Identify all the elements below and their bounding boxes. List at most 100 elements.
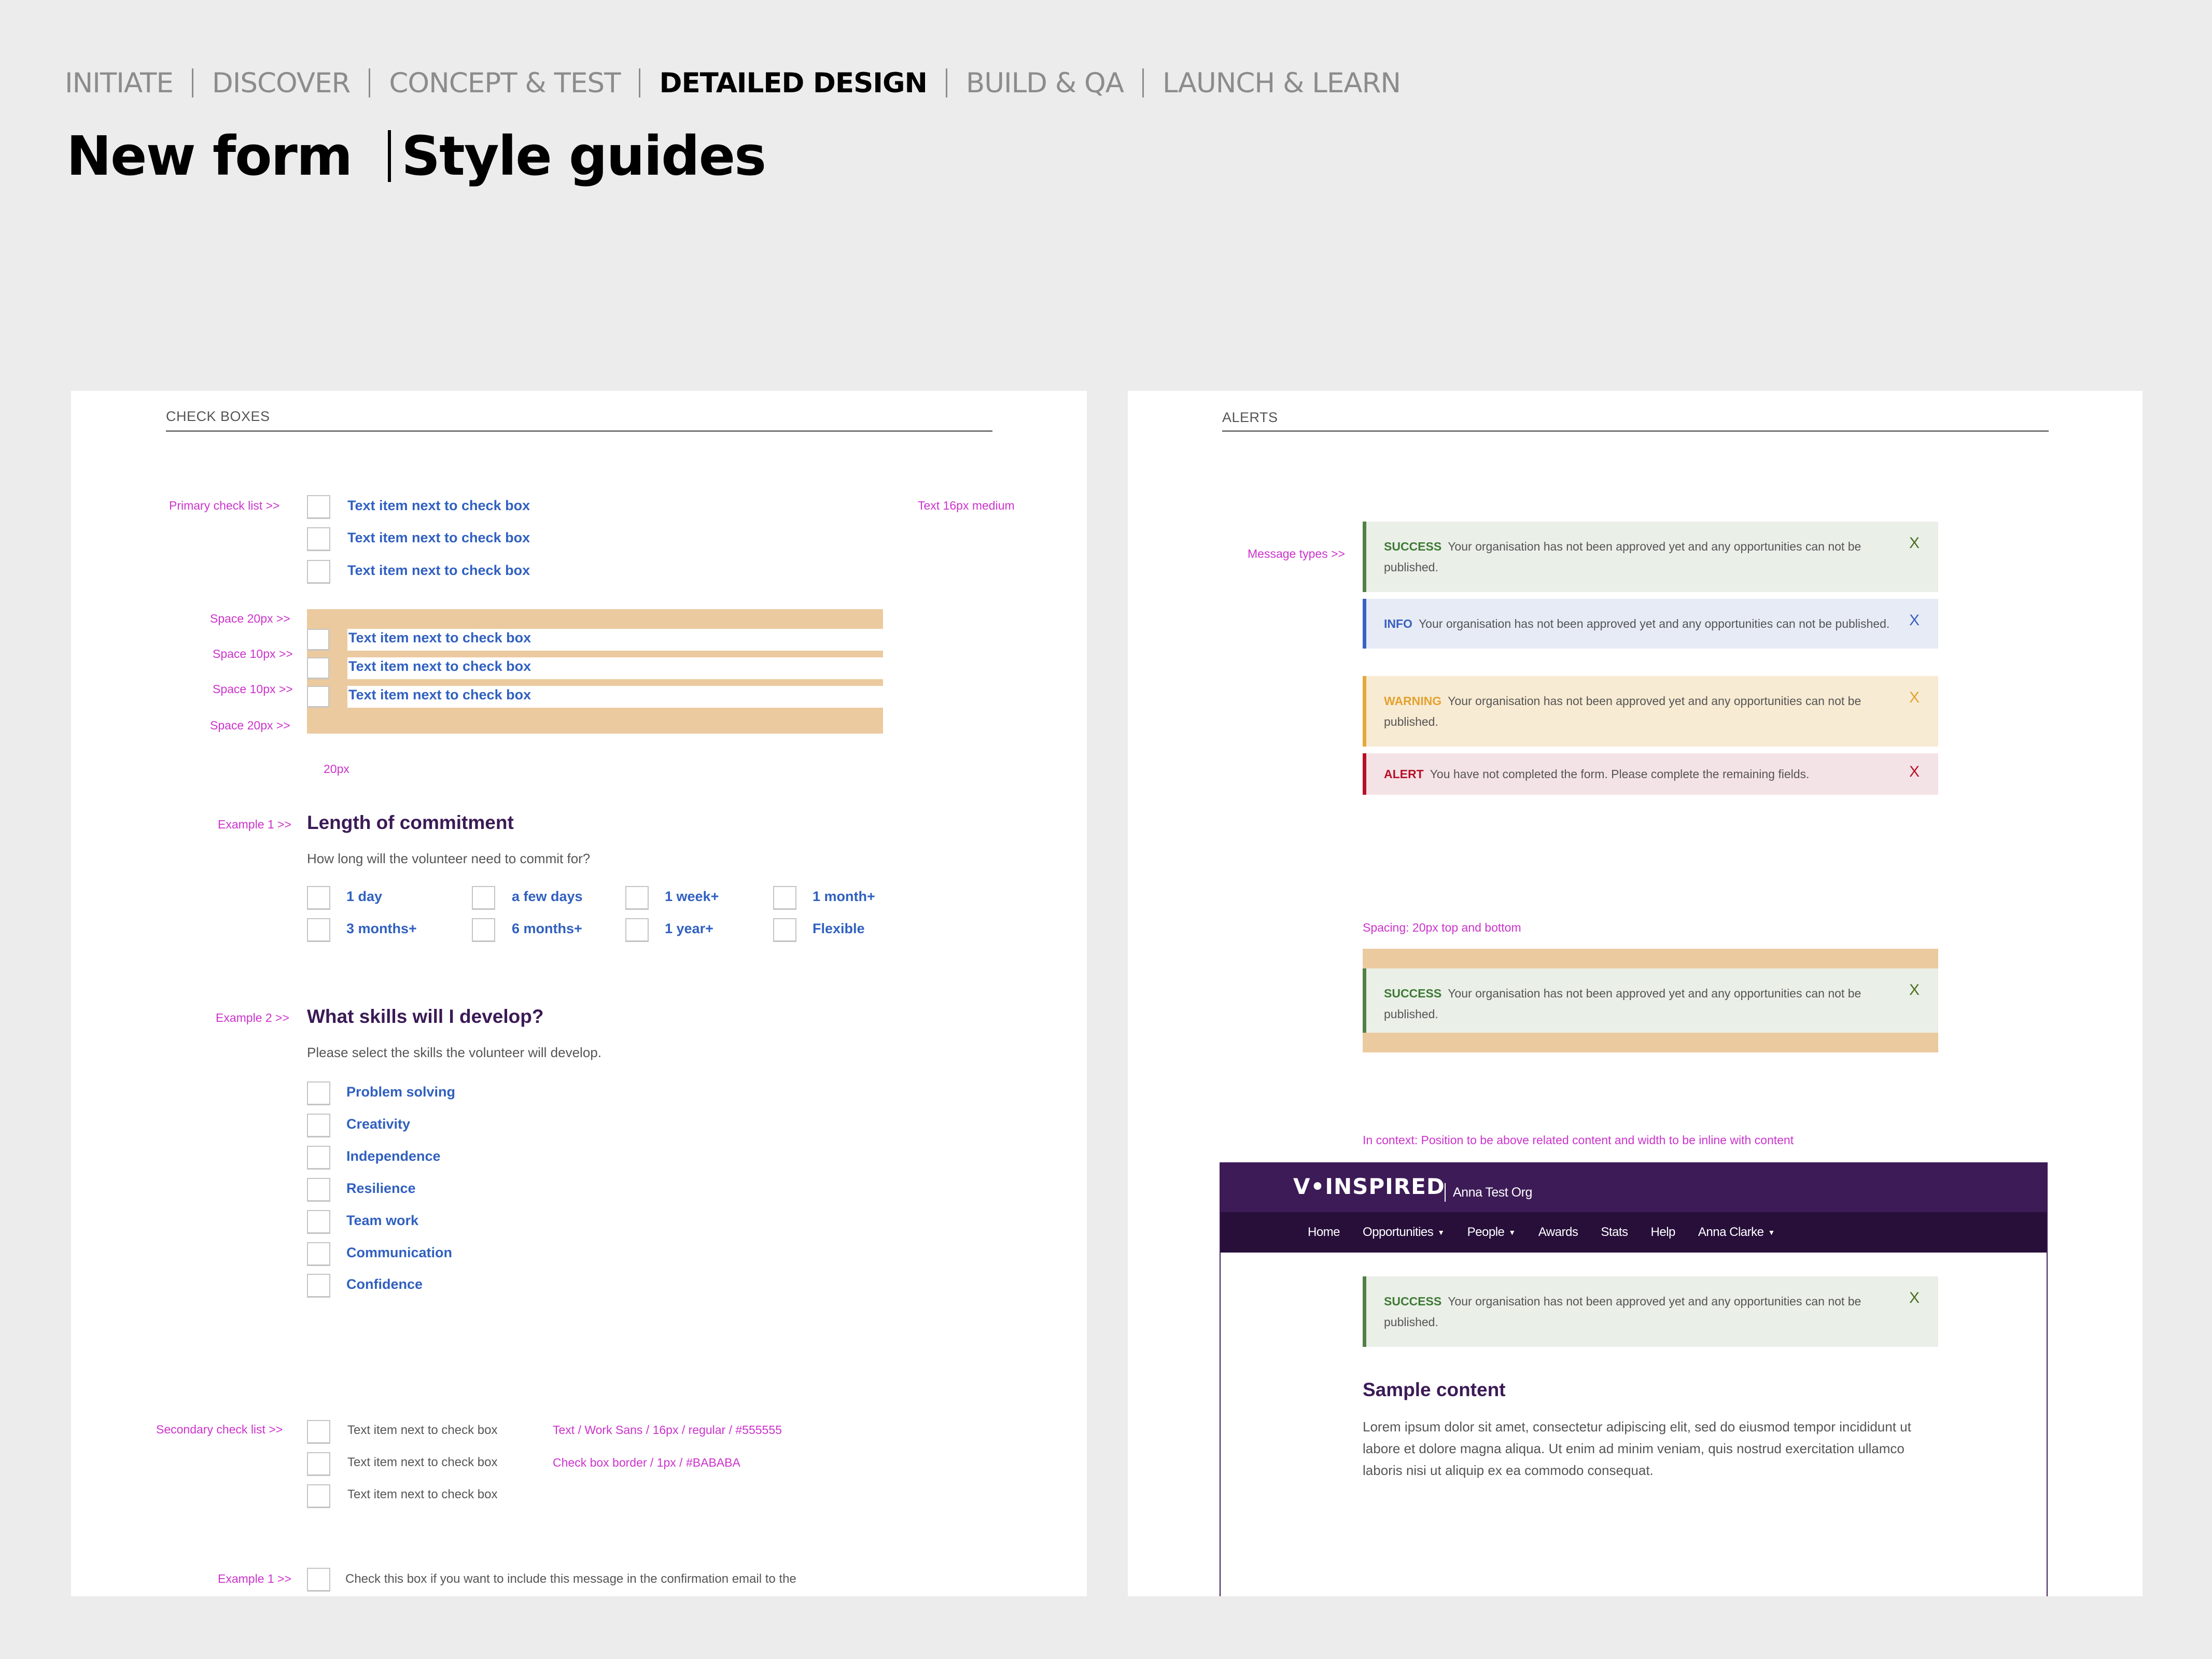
close-icon[interactable]: X (1909, 687, 1920, 708)
page-title: New form Style guides (66, 124, 766, 188)
option-label: Independence (346, 1148, 441, 1164)
option-label: Communication (346, 1245, 453, 1260)
annotation-width: 20px (324, 762, 349, 776)
checkbox[interactable] (307, 495, 330, 519)
phase-discover[interactable]: DISCOVER (212, 67, 351, 99)
close-icon[interactable]: X (1909, 610, 1920, 631)
nav-label: Home (1308, 1225, 1340, 1239)
checkbox[interactable] (472, 886, 495, 910)
checkbox[interactable] (307, 1452, 330, 1476)
checkbox-label: Text item next to check box (347, 563, 530, 578)
nav-stats[interactable]: Stats (1601, 1225, 1628, 1240)
checkbox[interactable] (307, 1420, 330, 1444)
close-icon[interactable]: X (1909, 762, 1920, 782)
checkbox[interactable] (307, 657, 329, 679)
checkbox[interactable] (307, 1568, 330, 1592)
phase-separator (639, 68, 641, 97)
alert-kind: WARNING (1384, 694, 1442, 708)
question-title: What skills will I develop? (307, 1006, 544, 1027)
nav-opportunities[interactable]: Opportunities ▼ (1363, 1225, 1445, 1240)
phase-launch-learn[interactable]: LAUNCH & LEARN (1163, 67, 1401, 99)
checkbox-label: Text item next to check box (347, 1487, 498, 1501)
phase-concept-test[interactable]: CONCEPT & TEST (389, 67, 621, 99)
alert-success: SUCCESS Your organisation has not been ap… (1363, 968, 1938, 1033)
phase-initiate[interactable]: INITIATE (65, 67, 174, 99)
caret-down-icon: ▼ (1768, 1228, 1775, 1236)
annotation-example-3: Example 1 >> (218, 1572, 291, 1585)
checkbox-label: Text item next to check box (348, 630, 531, 645)
alert-kind: ALERT (1384, 767, 1424, 781)
checkbox[interactable] (307, 1178, 330, 1202)
checkbox[interactable] (625, 886, 649, 910)
option-label: 1 week+ (665, 889, 719, 904)
sample-content-body: Lorem ipsum dolor sit amet, consectetur … (1363, 1419, 1911, 1478)
close-icon[interactable]: X (1909, 980, 1920, 1001)
checkbox[interactable] (307, 1081, 330, 1105)
nav-awards[interactable]: Awards (1538, 1225, 1578, 1240)
checkbox[interactable] (307, 527, 330, 551)
option-label: a few days (512, 889, 583, 904)
alert-message: Your organisation has not been approved … (1384, 1295, 1861, 1329)
nav-label: Stats (1601, 1225, 1628, 1239)
alert-success-in-context: SUCCESS Your organisation has not been ap… (1363, 1276, 1938, 1347)
annotation-primary: Primary check list >> (169, 499, 280, 512)
annotation-space: Space 20px >> (210, 719, 290, 732)
site-logo[interactable]: V•INSPIRED (1293, 1174, 1445, 1199)
phase-detailed-design[interactable]: DETAILED DESIGN (659, 67, 927, 99)
nav-label: Help (1650, 1225, 1676, 1239)
alerts-section-label: ALERTS (1222, 410, 1278, 425)
alert-warning: WARNING Your organisation has not been ap… (1363, 676, 1938, 747)
checkbox[interactable] (307, 1242, 330, 1266)
checkboxes-panel (71, 391, 1087, 1596)
alert-kind: SUCCESS (1384, 987, 1442, 1000)
annotation-example-2: Example 2 >> (216, 1011, 289, 1024)
phase-separator (369, 68, 371, 97)
checkbox[interactable] (307, 886, 330, 910)
checkbox[interactable] (307, 686, 329, 708)
close-icon[interactable]: X (1909, 1288, 1920, 1309)
logo-separator (1445, 1183, 1446, 1202)
checkbox[interactable] (773, 918, 796, 942)
alert-danger: ALERT You have not completed the form. Pl… (1363, 753, 1938, 795)
question-title: Length of commitment (307, 812, 514, 833)
alert-message: Your organisation has not been approved … (1384, 987, 1861, 1021)
checkbox-label: Text item next to check box (347, 530, 530, 545)
option-label: 6 months+ (512, 921, 582, 936)
nav-home[interactable]: Home (1308, 1225, 1340, 1240)
checkbox[interactable] (307, 918, 330, 942)
page-title-right: Style guides (401, 124, 766, 188)
nav-help[interactable]: Help (1650, 1225, 1676, 1240)
checkbox-label: Text item next to check box (347, 1423, 498, 1437)
alert-message: Your organisation has not been approved … (1418, 617, 1890, 630)
option-label: Problem solving (346, 1084, 456, 1100)
checkbox-label: Text item next to check box (347, 498, 530, 513)
checkbox[interactable] (307, 1210, 330, 1234)
caret-down-icon: ▼ (1508, 1228, 1516, 1236)
checkbox[interactable] (307, 1484, 330, 1508)
section-divider (1222, 430, 2049, 432)
checkbox-label: Text item next to check box (348, 658, 531, 674)
checkbox-label: Text item next to check box (348, 687, 531, 702)
checkbox[interactable] (307, 560, 330, 584)
checkbox[interactable] (307, 1114, 330, 1137)
site-header: V•INSPIRED Anna Test Org (1221, 1162, 2047, 1212)
phase-separator (191, 68, 193, 97)
checkbox[interactable] (625, 918, 649, 942)
alert-success: SUCCESS Your organisation has not been ap… (1363, 522, 1938, 592)
checkbox[interactable] (472, 918, 495, 942)
checkbox[interactable] (307, 1146, 330, 1170)
checkbox-label: Text item next to check box (347, 1455, 498, 1469)
checkbox[interactable] (773, 886, 796, 910)
phase-build-qa[interactable]: BUILD & QA (966, 67, 1124, 99)
nav-user-menu[interactable]: Anna Clarke ▼ (1698, 1225, 1775, 1240)
option-label: Creativity (346, 1116, 411, 1132)
checkbox[interactable] (307, 629, 329, 651)
alert-kind: INFO (1384, 617, 1412, 630)
checkbox[interactable] (307, 1274, 330, 1298)
phase-separator (1142, 68, 1144, 97)
annotation-text-size: Text 16px medium (918, 499, 1015, 512)
close-icon[interactable]: X (1909, 533, 1920, 554)
nav-people[interactable]: People ▼ (1467, 1225, 1516, 1240)
alert-kind: SUCCESS (1384, 1295, 1442, 1308)
option-label: 1 day (346, 889, 383, 904)
